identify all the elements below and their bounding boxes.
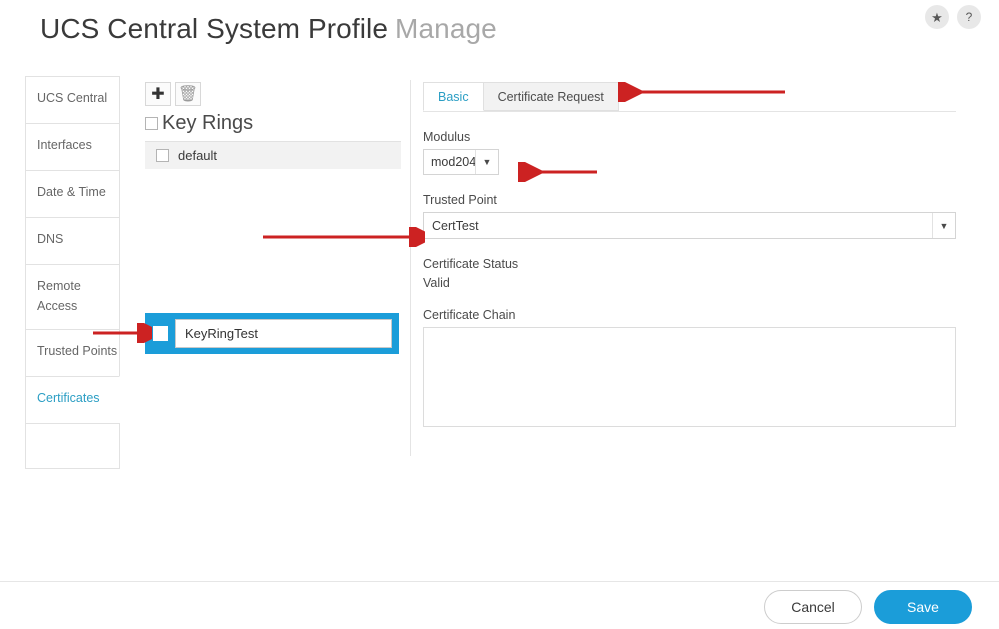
detail-tabs: Basic Certificate Request xyxy=(423,82,956,112)
modulus-label: Modulus xyxy=(423,130,471,144)
key-rings-panel: ✚ 🗑 Key Rings default xyxy=(145,82,401,169)
page-title-main: UCS Central System Profile xyxy=(40,13,389,44)
chevron-down-icon[interactable]: ▼ xyxy=(932,213,955,238)
certificate-status-value: Valid xyxy=(423,276,450,290)
modulus-field: Modulus mod2048 ▼ xyxy=(423,130,956,175)
trusted-point-select[interactable]: CertTest ▼ xyxy=(423,212,956,239)
page-header: UCS Central System Profile Manage ★ ? xyxy=(0,0,999,65)
sidebar-item-dns[interactable]: DNS xyxy=(25,217,120,264)
trusted-point-label: Trusted Point xyxy=(423,193,497,207)
sidebar-item-interfaces[interactable]: Interfaces xyxy=(25,123,120,170)
sidebar-item-ucs-central[interactable]: UCS Central xyxy=(25,76,120,123)
trusted-point-field: Trusted Point CertTest ▼ xyxy=(423,193,956,239)
tab-certificate-request[interactable]: Certificate Request xyxy=(482,82,619,111)
row-checkbox[interactable] xyxy=(156,149,169,162)
footer-divider xyxy=(0,581,999,582)
sidebar-filler xyxy=(25,422,120,469)
header-actions: ★ ? xyxy=(925,5,981,29)
sidebar-item-trusted-points[interactable]: Trusted Points xyxy=(25,328,120,376)
key-rings-title: Key Rings xyxy=(162,112,254,134)
key-ring-name: default xyxy=(178,148,218,163)
certificate-chain-label: Certificate Chain xyxy=(423,308,516,322)
select-all-checkbox[interactable] xyxy=(145,117,158,130)
trusted-point-value: CertTest xyxy=(432,218,479,233)
chevron-down-icon[interactable]: ▼ xyxy=(475,150,498,174)
key-ring-selected-row[interactable]: KeyRingTest xyxy=(145,313,399,354)
trash-icon[interactable]: 🗑 xyxy=(175,82,201,106)
save-button[interactable]: Save xyxy=(874,590,972,624)
list-item[interactable]: default xyxy=(145,142,401,169)
favorite-star-icon[interactable]: ★ xyxy=(925,5,949,29)
sidebar-item-certificates[interactable]: Certificates xyxy=(25,375,120,423)
modulus-value: mod2048 xyxy=(431,155,475,169)
certificate-status-label: Certificate Status xyxy=(423,257,519,271)
row-checkbox[interactable] xyxy=(153,326,168,341)
annotation-arrow-trusted-point xyxy=(263,227,425,247)
certificate-detail-panel: Basic Certificate Request Modulus mod204… xyxy=(423,82,956,432)
key-rings-toolbar: ✚ 🗑 xyxy=(145,82,401,106)
certificate-status-field: Certificate Status Valid xyxy=(423,257,956,290)
certificate-chain-textarea[interactable] xyxy=(423,327,956,427)
add-icon[interactable]: ✚ xyxy=(145,82,171,106)
cancel-button[interactable]: Cancel xyxy=(764,590,862,624)
sidebar-item-remote-access[interactable]: Remote Access xyxy=(25,264,120,329)
sidebar-item-date-time[interactable]: Date & Time xyxy=(25,170,120,217)
page-title-sub: Manage xyxy=(395,13,497,44)
certificate-chain-field: Certificate Chain xyxy=(423,308,956,432)
key-rings-header: Key Rings xyxy=(145,112,401,142)
page-title: UCS Central System Profile Manage xyxy=(40,13,497,45)
tab-basic[interactable]: Basic xyxy=(423,82,484,111)
sidebar: UCS Central Interfaces Date & Time DNS R… xyxy=(25,76,120,469)
help-icon[interactable]: ? xyxy=(957,5,981,29)
panel-divider xyxy=(410,80,411,456)
footer-actions: Cancel Save xyxy=(764,590,972,624)
key-ring-name-input[interactable]: KeyRingTest xyxy=(175,319,392,348)
modulus-select[interactable]: mod2048 ▼ xyxy=(423,149,499,175)
